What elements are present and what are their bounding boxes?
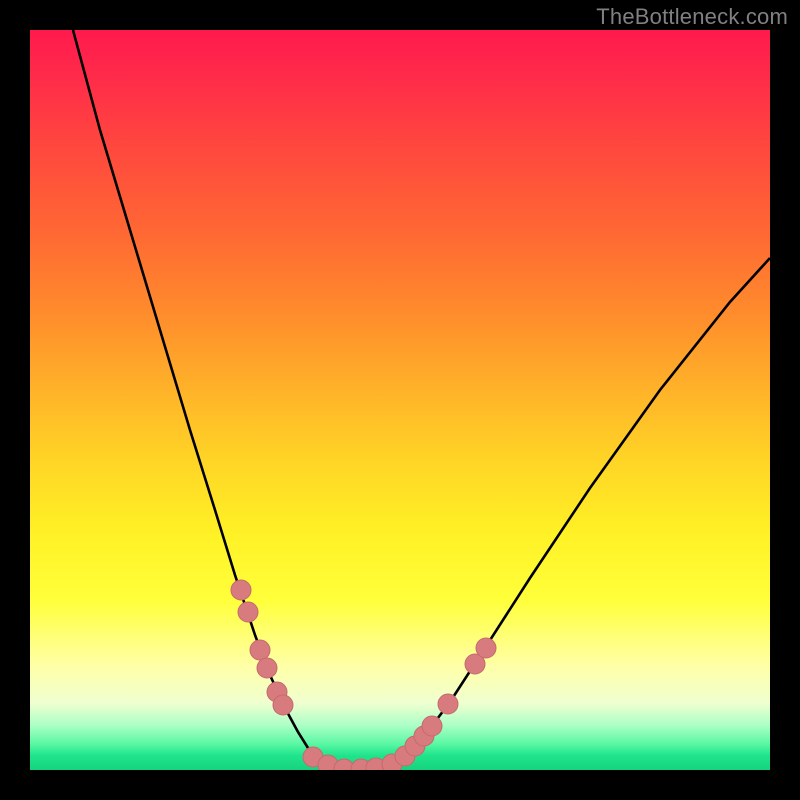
- plot-area: [30, 30, 770, 770]
- data-marker: [238, 602, 258, 622]
- data-marker: [476, 638, 496, 658]
- chart-svg: [30, 30, 770, 770]
- data-marker: [422, 716, 442, 736]
- bottleneck-curve: [73, 30, 770, 768]
- watermark-text: TheBottleneck.com: [596, 4, 788, 30]
- data-marker: [273, 695, 293, 715]
- data-marker: [257, 658, 277, 678]
- marker-group: [231, 580, 496, 770]
- chart-frame: TheBottleneck.com: [0, 0, 800, 800]
- data-marker: [438, 694, 458, 714]
- data-marker: [231, 580, 251, 600]
- data-marker: [250, 640, 270, 660]
